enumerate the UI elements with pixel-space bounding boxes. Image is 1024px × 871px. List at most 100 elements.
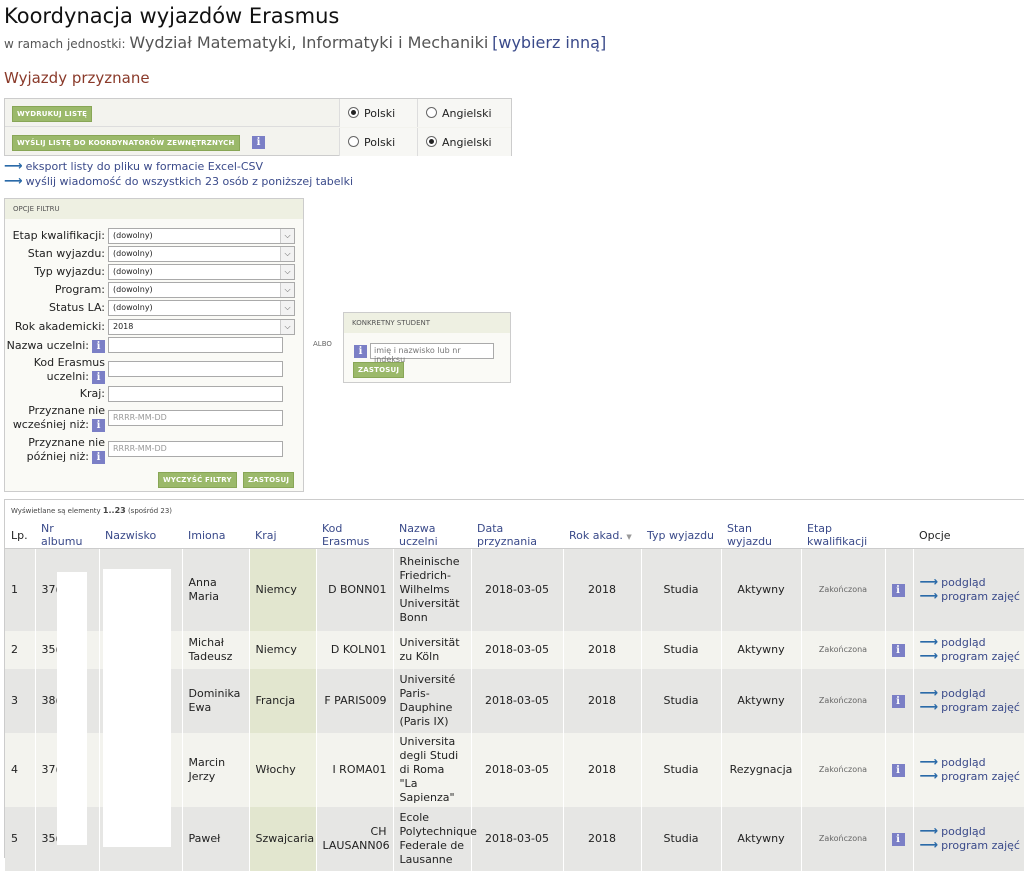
clear-filters-button[interactable]: WYCZYŚĆ FILTRY [158,472,237,488]
info-icon[interactable]: i [354,345,367,358]
cell-options: ⟶ podgląd ⟶ program zajęć [913,668,1024,733]
view-link[interactable]: ⟶ podgląd [919,634,1019,650]
info-icon[interactable]: i [891,643,905,657]
kod-input[interactable] [108,361,283,377]
col-album[interactable]: Nr albumu [35,522,99,549]
view-link[interactable]: ⟶ podgląd [920,575,1019,590]
program-value: (dowolny) [113,285,153,294]
col-etap[interactable]: Etap kwalifikacji [801,522,885,549]
rok-select[interactable]: 2018 ⌵ [108,319,295,335]
info-icon[interactable]: i [92,450,105,464]
info-icon[interactable]: i [891,763,905,777]
cell-etap: Zakończona [801,732,886,807]
print-list-button[interactable]: WYDRUKUJ LISTĘ [12,106,93,122]
kraj-input[interactable] [108,386,283,402]
radio-pl-send[interactable] [348,136,359,147]
send-lang-en-option[interactable]: Angielski [417,128,511,156]
chevron-down-icon: ⌵ [280,229,294,243]
col-uczelnia[interactable]: Nazwa uczelni [393,522,471,549]
arrow-right-icon: ⟶ [4,174,23,189]
program-label: Program: [54,283,105,296]
status-la-value: (dowolny) [113,303,153,312]
info-icon[interactable]: i [891,694,905,708]
nazwa-input[interactable] [108,337,283,353]
view-link[interactable]: ⟶ podgląd [920,686,1019,701]
stan-value: (dowolny) [113,249,153,258]
send-lang-pl-option[interactable]: Polski [339,128,417,156]
cell-info: i [885,548,914,631]
cell-data: 2018-03-05 [471,732,564,807]
cell-typ: Studia [641,806,722,871]
send-message-link[interactable]: ⟶ wyślij wiadomość do wszystkich 23 osób … [4,174,353,189]
info-icon[interactable]: i [252,136,265,149]
etap-select[interactable]: (dowolny) ⌵ [108,228,295,244]
unit-line: w ramach jednostki: Wydział Matematyki, … [4,33,606,52]
student-apply-button[interactable]: ZASTOSUJ [353,362,405,378]
col-lp: Lp. [5,522,35,549]
date-from-input[interactable]: RRRR-MM-DD [108,410,283,426]
student-panel: KONKRETNY STUDENT i imię i nazwisko lub … [343,312,511,383]
program-link[interactable]: ⟶ program zajęć [920,769,1020,784]
filter-header: OPCJE FILTRU [5,199,303,219]
arrow-right-icon: ⟶ [919,823,939,839]
cell-rok: 2018 [563,732,642,807]
arrow-right-icon: ⟶ [919,588,939,604]
program-link[interactable]: ⟶ program zajęć [920,838,1020,853]
view-link[interactable]: ⟶ podgląd [919,823,1019,839]
cell-etap: Zakończona [801,548,886,631]
print-lang-en-option[interactable]: Angielski [417,99,511,127]
status-la-select[interactable]: (dowolny) ⌵ [108,300,295,316]
apply-filters-button[interactable]: ZASTOSUJ [243,472,295,488]
col-data[interactable]: Data przyznania [471,522,563,549]
cell-kraj: Włochy [249,732,317,807]
cell-stan: Aktywny [721,630,802,669]
change-unit-link[interactable]: [wybierz inną] [492,33,606,52]
cell-kraj: Niemcy [249,630,317,669]
info-icon[interactable]: i [891,583,905,597]
cell-uczelnia: Ecole Polytechnique Federale de Lausanne [393,806,477,871]
stan-select[interactable]: (dowolny) ⌵ [108,246,295,262]
info-icon[interactable]: i [891,832,905,846]
date-to-input[interactable]: RRRR-MM-DD [108,441,283,457]
student-search-input[interactable]: imię i nazwisko lub nr indeksu [370,343,494,364]
send-list-button[interactable]: WYŚLIJ LISTĘ DO KOORDYNATORÓW ZEWNĘTRZNY… [12,135,240,151]
info-icon[interactable]: i [92,339,105,353]
view-link[interactable]: ⟶ podgląd [920,755,1019,770]
etap-value: (dowolny) [113,231,153,240]
col-imiona[interactable]: Imiona [182,522,249,549]
send-row: WYŚLIJ LISTĘ DO KOORDYNATORÓW ZEWNĘTRZNY… [5,128,511,156]
cell-options: ⟶ podgląd ⟶ program zajęć [913,732,1024,807]
cell-lp: 5 [5,806,36,871]
cell-stan: Aktywny [721,548,802,631]
program-link[interactable]: ⟶ program zajęć [919,588,1020,604]
od-label: Przyznane nie wcześniej niż: i [12,404,105,432]
cell-etap: Zakończona [801,668,886,733]
info-icon[interactable]: i [92,418,105,432]
program-select[interactable]: (dowolny) ⌵ [108,282,295,298]
col-kod[interactable]: Kod Erasmus [316,522,393,549]
col-kraj[interactable]: Kraj [249,522,316,549]
chevron-down-icon: ⌵ [280,320,294,334]
export-csv-link[interactable]: ⟶ eksport listy do pliku w formacie Excel… [4,159,263,174]
cell-info: i [885,732,914,807]
print-lang-pl-option[interactable]: Polski [339,99,417,127]
col-rok[interactable]: Rok akad. ▼ [563,522,641,549]
arrow-right-icon: ⟶ [919,634,939,650]
info-icon[interactable]: i [92,370,105,384]
col-typ[interactable]: Typ wyjazdu [641,522,721,549]
program-link[interactable]: ⟶ program zajęć [920,649,1020,664]
typ-select[interactable]: (dowolny) ⌵ [108,264,295,280]
radio-en-print[interactable] [426,107,437,118]
col-stan[interactable]: Stan wyjazdu [721,522,801,549]
kraj-label: Kraj: [79,387,105,400]
program-link[interactable]: ⟶ program zajęć [920,700,1020,715]
cell-stan: Aktywny [721,668,802,733]
cell-uczelnia: Universität zu Köln [393,630,472,669]
cell-rok: 2018 [563,668,642,733]
radio-en-send[interactable] [426,136,437,147]
unit-prefix: w ramach jednostki: [4,37,126,51]
print-row: WYDRUKUJ LISTĘ Polski Angielski [5,99,511,127]
cell-info: i [885,630,914,669]
radio-pl-print[interactable] [348,107,359,118]
col-nazwisko[interactable]: Nazwisko [99,522,182,549]
